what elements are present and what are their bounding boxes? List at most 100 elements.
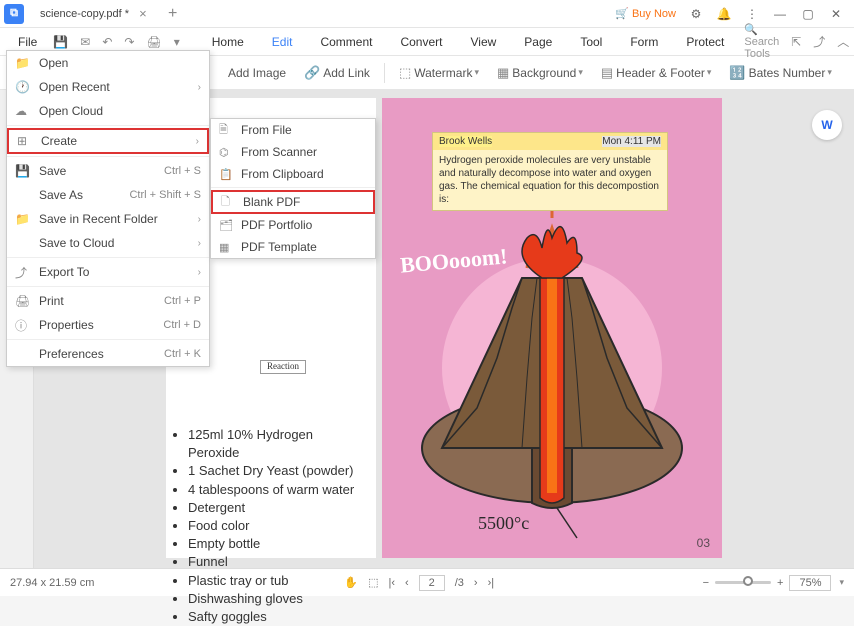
cloud-icon: ☁: [15, 104, 33, 118]
menu-preferences[interactable]: PreferencesCtrl + K: [7, 342, 209, 366]
separator: [211, 187, 375, 188]
create-submenu: 🗎From File ⌬From Scanner 📋From Clipboard…: [210, 118, 376, 259]
tab-tool[interactable]: Tool: [566, 35, 616, 49]
bates-icon: 🔢: [729, 65, 745, 81]
tab-view[interactable]: View: [457, 35, 511, 49]
tab-edit[interactable]: Edit: [258, 35, 307, 49]
menu-save-recent[interactable]: 📁Save in Recent Folder›: [7, 207, 209, 231]
close-tab-icon[interactable]: ×: [139, 6, 147, 21]
word-export-badge[interactable]: W: [812, 110, 842, 140]
scanner-icon: ⌬: [219, 146, 237, 159]
undo-icon[interactable]: ↶: [96, 35, 118, 49]
header-footer-icon: ▤: [601, 65, 613, 81]
watermark-button[interactable]: ⬚Watermark▾: [391, 61, 487, 85]
share-icon[interactable]: ⇱: [785, 35, 807, 49]
note-header: Brook Wells Mon 4:11 PM: [433, 133, 667, 150]
statusbar: 27.94 x 21.59 cm ✋ ⬚ |‹ ‹ 2 /3 › ›| − + …: [0, 568, 854, 596]
add-image-button[interactable]: Add Image: [220, 62, 294, 84]
menu-print[interactable]: 🖨PrintCtrl + P: [7, 289, 209, 313]
mail-icon[interactable]: ✉: [74, 35, 96, 49]
list-item: Funnel: [188, 553, 366, 571]
menu-save-cloud[interactable]: Save to Cloud›: [7, 231, 209, 255]
slider-thumb[interactable]: [743, 576, 753, 586]
buy-now-button[interactable]: 🛒Buy Now: [609, 7, 682, 20]
tab-home[interactable]: Home: [198, 35, 258, 49]
list-item: Empty bottle: [188, 535, 366, 553]
tab-page[interactable]: Page: [510, 35, 566, 49]
tab-form[interactable]: Form: [616, 35, 672, 49]
separator: [7, 257, 209, 258]
dropdown-icon[interactable]: ▾: [168, 35, 186, 49]
submenu-pdf-portfolio[interactable]: 🗂PDF Portfolio: [211, 214, 375, 236]
separator: [7, 125, 209, 126]
minimize-button[interactable]: —: [766, 2, 794, 26]
print-icon[interactable]: 🖨: [140, 35, 167, 49]
temperature-label: 5500°c: [478, 513, 529, 534]
bates-number-button[interactable]: 🔢Bates Number▾: [721, 61, 839, 85]
menu-open-recent[interactable]: 🕐Open Recent›: [7, 75, 209, 99]
menu-properties[interactable]: ⓘPropertiesCtrl + D: [7, 313, 209, 337]
maximize-button[interactable]: ▢: [794, 2, 822, 26]
chevron-right-icon: ›: [196, 136, 199, 147]
first-page-button[interactable]: |‹: [389, 577, 396, 589]
redo-icon[interactable]: ↷: [118, 35, 140, 49]
search-tools-input[interactable]: 🔍 Search Tools: [738, 23, 785, 60]
notification-icon[interactable]: 🔔: [710, 2, 738, 26]
cart-icon: 🛒: [615, 7, 629, 20]
chevron-down-icon: ▾: [827, 67, 832, 78]
export-icon: ⤴: [15, 264, 33, 281]
close-window-button[interactable]: ✕: [822, 2, 850, 26]
zoom-out-button[interactable]: −: [703, 577, 709, 589]
submenu-pdf-template[interactable]: ▦PDF Template: [211, 236, 375, 258]
settings-icon[interactable]: ⚙: [682, 2, 710, 26]
separator: [7, 156, 209, 157]
document-tab[interactable]: science-copy.pdf * ×: [30, 2, 160, 26]
tab-comment[interactable]: Comment: [306, 35, 386, 49]
collapse-icon[interactable]: ︿: [831, 33, 854, 50]
current-page-input[interactable]: 2: [419, 575, 445, 591]
template-icon: ▦: [219, 241, 237, 254]
background-button[interactable]: ▦Background▾: [489, 61, 591, 85]
menu-open-cloud[interactable]: ☁Open Cloud: [7, 99, 209, 123]
tab-convert[interactable]: Convert: [386, 35, 456, 49]
sticky-note[interactable]: Brook Wells Mon 4:11 PM Hydrogen peroxid…: [432, 132, 668, 211]
submenu-from-file[interactable]: 🗎From File: [211, 119, 375, 141]
clipboard-icon: 📋: [219, 168, 237, 181]
submenu-from-clipboard[interactable]: 📋From Clipboard: [211, 163, 375, 185]
add-tab-button[interactable]: +: [160, 5, 185, 23]
list-item: 4 tablespoons of warm water: [188, 481, 366, 499]
note-time: Mon 4:11 PM: [602, 136, 661, 147]
tab-protect[interactable]: Protect: [672, 35, 738, 49]
list-item: 125ml 10% Hydrogen Peroxide: [188, 426, 366, 462]
page-right: Brook Wells Mon 4:11 PM Hydrogen peroxid…: [382, 98, 722, 558]
clock-icon: 🕐: [15, 80, 33, 94]
external-icon[interactable]: ⤴: [807, 33, 831, 50]
header-footer-button[interactable]: ▤Header & Footer▾: [593, 61, 720, 85]
last-page-button[interactable]: ›|: [488, 577, 495, 589]
chevron-down-icon: ▾: [578, 67, 583, 78]
zoom-value[interactable]: 75%: [789, 575, 831, 591]
next-page-button[interactable]: ›: [474, 577, 478, 589]
chevron-down-icon[interactable]: ▾: [839, 577, 844, 588]
menu-export[interactable]: ⤴Export To›: [7, 260, 209, 284]
menu-save-as[interactable]: Save AsCtrl + Shift + S: [7, 183, 209, 207]
divider: [384, 63, 385, 83]
file-menu-button[interactable]: File: [8, 35, 47, 49]
chevron-down-icon: ▾: [474, 67, 479, 78]
zoom-in-button[interactable]: +: [777, 577, 783, 589]
list-item: 1 Sachet Dry Yeast (powder): [188, 462, 366, 480]
menu-save[interactable]: 💾SaveCtrl + S: [7, 159, 209, 183]
list-item: Safty goggles: [188, 608, 366, 626]
chevron-right-icon: ›: [198, 267, 201, 278]
menu-open[interactable]: 📁Open: [7, 51, 209, 75]
submenu-from-scanner[interactable]: ⌬From Scanner: [211, 141, 375, 163]
tab-title: science-copy.pdf *: [40, 8, 129, 20]
menu-create[interactable]: ⊞Create›: [7, 128, 209, 154]
kebab-menu-icon[interactable]: ⋮: [738, 2, 766, 26]
save-icon[interactable]: 💾: [47, 35, 74, 49]
zoom-slider[interactable]: [715, 581, 771, 584]
prev-page-button[interactable]: ‹: [405, 577, 409, 589]
add-link-button[interactable]: 🔗Add Link: [296, 61, 378, 85]
submenu-blank-pdf[interactable]: 🗋Blank PDF: [211, 190, 375, 214]
plus-icon: ⊞: [17, 134, 35, 148]
